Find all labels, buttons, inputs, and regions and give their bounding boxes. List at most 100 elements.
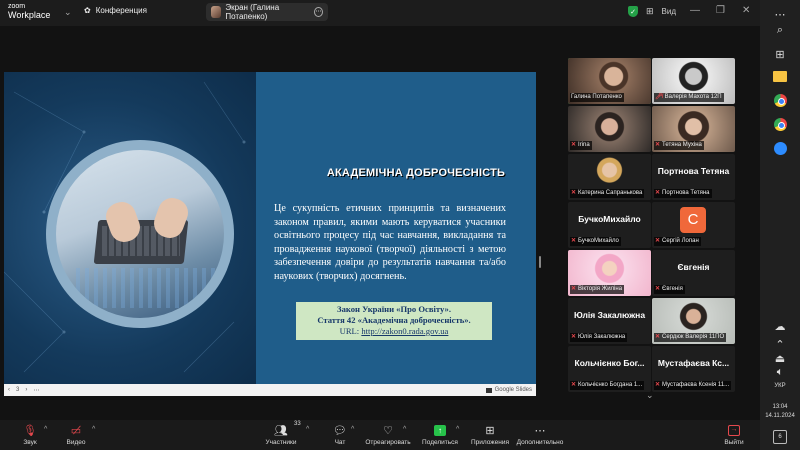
chevron-down-icon[interactable]: ⌄ (64, 7, 72, 18)
react-options-caret[interactable]: ^ (403, 426, 406, 433)
video-tile[interactable]: 🎤︎̸ Валерія Махота 12П (652, 58, 735, 104)
video-tile[interactable]: БучкоМихайло ✕ БучкоМихайло (568, 202, 651, 248)
prev-slide-button[interactable]: ‹ (8, 387, 10, 393)
start-icon[interactable]: ⊞ (772, 46, 788, 62)
law-line1: Закон України «Про Освіту». (337, 304, 451, 314)
video-tile[interactable]: ✕ Тетяна Мухіна (652, 106, 735, 152)
participant-name: Вікторія Жиліна (578, 286, 623, 292)
mic-muted-icon: ✕ (571, 238, 577, 244)
notification-badge[interactable]: 6 (773, 430, 787, 444)
maximize-icon[interactable]: ❐ (716, 5, 725, 16)
share-label: Поделиться (422, 439, 458, 446)
mic-muted-icon: ✕ (655, 286, 661, 292)
volume-icon[interactable]: 🔈︎ (772, 364, 788, 380)
mic-muted-icon: ✕ (571, 190, 577, 196)
zoom-app-icon[interactable] (772, 140, 788, 156)
video-options-caret[interactable]: ^ (92, 426, 95, 433)
chrome-icon[interactable] (772, 92, 788, 108)
next-slide-button[interactable]: › (25, 387, 27, 393)
participant-name-label: ✕ Євгенія (654, 285, 685, 294)
video-tile[interactable]: Галина Потапенко (568, 58, 651, 104)
more-button[interactable]: ⋯ (33, 387, 39, 394)
leave-button[interactable]: → Выйти (704, 422, 764, 447)
participant-name: Валерія Махота 12П (664, 94, 722, 100)
participants-label: Участники (265, 439, 297, 446)
participant-name-display: Юлія Закалюжна (573, 310, 646, 320)
slide-heading: АКАДЕМІЧНА ДОБРОЧЕСНІСТЬ (326, 167, 506, 179)
participant-name: Irina (578, 142, 590, 148)
mic-muted-icon: ✕ (655, 142, 661, 148)
chat-options-caret[interactable]: ^ (351, 426, 354, 433)
react-button[interactable]: ♡ Отреагировать (358, 422, 418, 447)
participant-name-label: ✕ Кольчієнко Богдана 1... (570, 381, 645, 390)
participant-name: БучкоМихайло (578, 238, 619, 244)
language-indicator[interactable]: УКР (760, 383, 800, 389)
video-tile[interactable]: Портнова Тетяна ✕ Портнова Тетяна (652, 154, 735, 200)
participants-count: 33 (294, 421, 301, 427)
video-tile[interactable]: Кольчієнко Бог... ✕ Кольчієнко Богдана 1.… (568, 346, 651, 392)
clock-time[interactable]: 13:04 (760, 404, 800, 410)
participants-button[interactable]: 👥︎ 33 Участники (251, 421, 311, 447)
avatar: C (680, 207, 706, 233)
participant-name: Кольчієнко Богдана 1... (578, 382, 643, 388)
video-tile[interactable]: Мустафаєва Кс... ✕ Мустафаєва Ксенія 11..… (652, 346, 735, 392)
participant-name-label: ✕ Катерина Сапранькова (570, 189, 645, 198)
shield-icon[interactable]: ✓ (628, 6, 638, 17)
video-tile[interactable]: ✕ Сердюк Валерія 11ПО (652, 298, 735, 344)
law-line2: Стаття 42 «Академічна доброчесність». (317, 315, 471, 325)
slide-body-text: Це сукупність етичних принципів та визна… (274, 203, 506, 282)
video-button[interactable]: ▭̸ Видео (46, 422, 106, 447)
clock-date[interactable]: 14.11.2024 (760, 413, 800, 419)
participant-name-label: Галина Потапенко (570, 93, 624, 102)
participant-name-label: ✕ БучкоМихайло (570, 237, 621, 246)
participant-name-label: ✕ Сердюк Валерія 11ПО (654, 333, 727, 342)
laptop-photo (56, 150, 224, 318)
file-explorer-icon[interactable] (772, 68, 788, 84)
google-slides-brand: Google Slides (485, 387, 532, 393)
brand-label: Google Slides (494, 387, 532, 393)
zoom-window: zoom Workplace ⌄ ✿ Конференция Экран (Га… (0, 0, 800, 450)
slides-controls-bar: ‹ 3 › ⋯ Google Slides (4, 384, 536, 396)
share-options-caret[interactable]: ^ (456, 426, 459, 433)
conference-button[interactable]: ✿ Конференция (84, 6, 147, 15)
avatar (211, 6, 222, 18)
participant-name-label: ✕ Портнова Тетяна (654, 189, 712, 198)
screen-share-indicator[interactable]: Экран (Галина Потапенко) ⋯ (206, 3, 328, 21)
law-url-link[interactable]: http://zakon0.rada.gov.ua (361, 326, 448, 336)
minimize-icon[interactable]: — (690, 5, 700, 16)
participant-name: Євгенія (662, 286, 683, 292)
video-tile[interactable]: ✕ Катерина Сапранькова (568, 154, 651, 200)
mic-muted-icon: ✕ (571, 382, 577, 388)
law-url-line: URL: http://zakon0.rada.gov.ua (296, 326, 492, 337)
participant-name-label: ✕ Тетяна Мухіна (654, 141, 704, 150)
more-options-icon[interactable]: ⋯ (314, 7, 323, 17)
zoom-logo: zoom Workplace (8, 3, 50, 20)
chevron-down-icon[interactable]: ⌄ (646, 390, 654, 401)
chrome-icon[interactable] (772, 116, 788, 132)
participant-name: Тетяна Мухіна (662, 142, 702, 148)
participants-options-caret[interactable]: ^ (306, 426, 309, 433)
participant-name-label: 🎤︎̸ Валерія Махота 12П (654, 93, 724, 102)
close-icon[interactable]: ✕ (742, 5, 750, 16)
video-tile[interactable]: ✕ Вікторія Жиліна (568, 250, 651, 296)
panel-resize-handle[interactable] (539, 256, 541, 268)
view-button[interactable]: Вид (662, 7, 676, 16)
participant-name-display: Євгенія (677, 262, 710, 272)
titlebar-right: ✓ ⊞ Вид (628, 6, 676, 17)
video-tile[interactable]: Євгенія ✕ Євгенія (652, 250, 735, 296)
video-tile[interactable]: C ✕ Сергій Лопан (652, 202, 735, 248)
view-icon[interactable]: ⊞ (646, 6, 654, 17)
participant-name-label: ✕ Irina (570, 141, 592, 150)
cloud-icon[interactable]: ☁ (772, 318, 788, 334)
participant-name-label: ✕ Мустафаєва Ксенія 11... (654, 381, 732, 390)
participant-name-label: ✕ Вікторія Жиліна (570, 285, 625, 294)
search-icon[interactable]: ⌕ (772, 22, 788, 38)
participants-gallery: Галина Потапенко 🎤︎̸ Валерія Махота 12П ✕… (566, 58, 736, 392)
participants-icon: 👥︎ 33 (274, 421, 301, 437)
more-icon[interactable]: ⋯ (772, 6, 788, 22)
participant-name: Сердюк Валерія 11ПО (662, 334, 725, 340)
video-tile[interactable]: Юлія Закалюжна ✕ Юлія Закалюжна (568, 298, 651, 344)
video-tile[interactable]: ✕ Irina (568, 106, 651, 152)
mic-muted-icon: ✕ (655, 190, 661, 196)
more-button[interactable]: ⋯ Дополнительно (510, 422, 570, 447)
